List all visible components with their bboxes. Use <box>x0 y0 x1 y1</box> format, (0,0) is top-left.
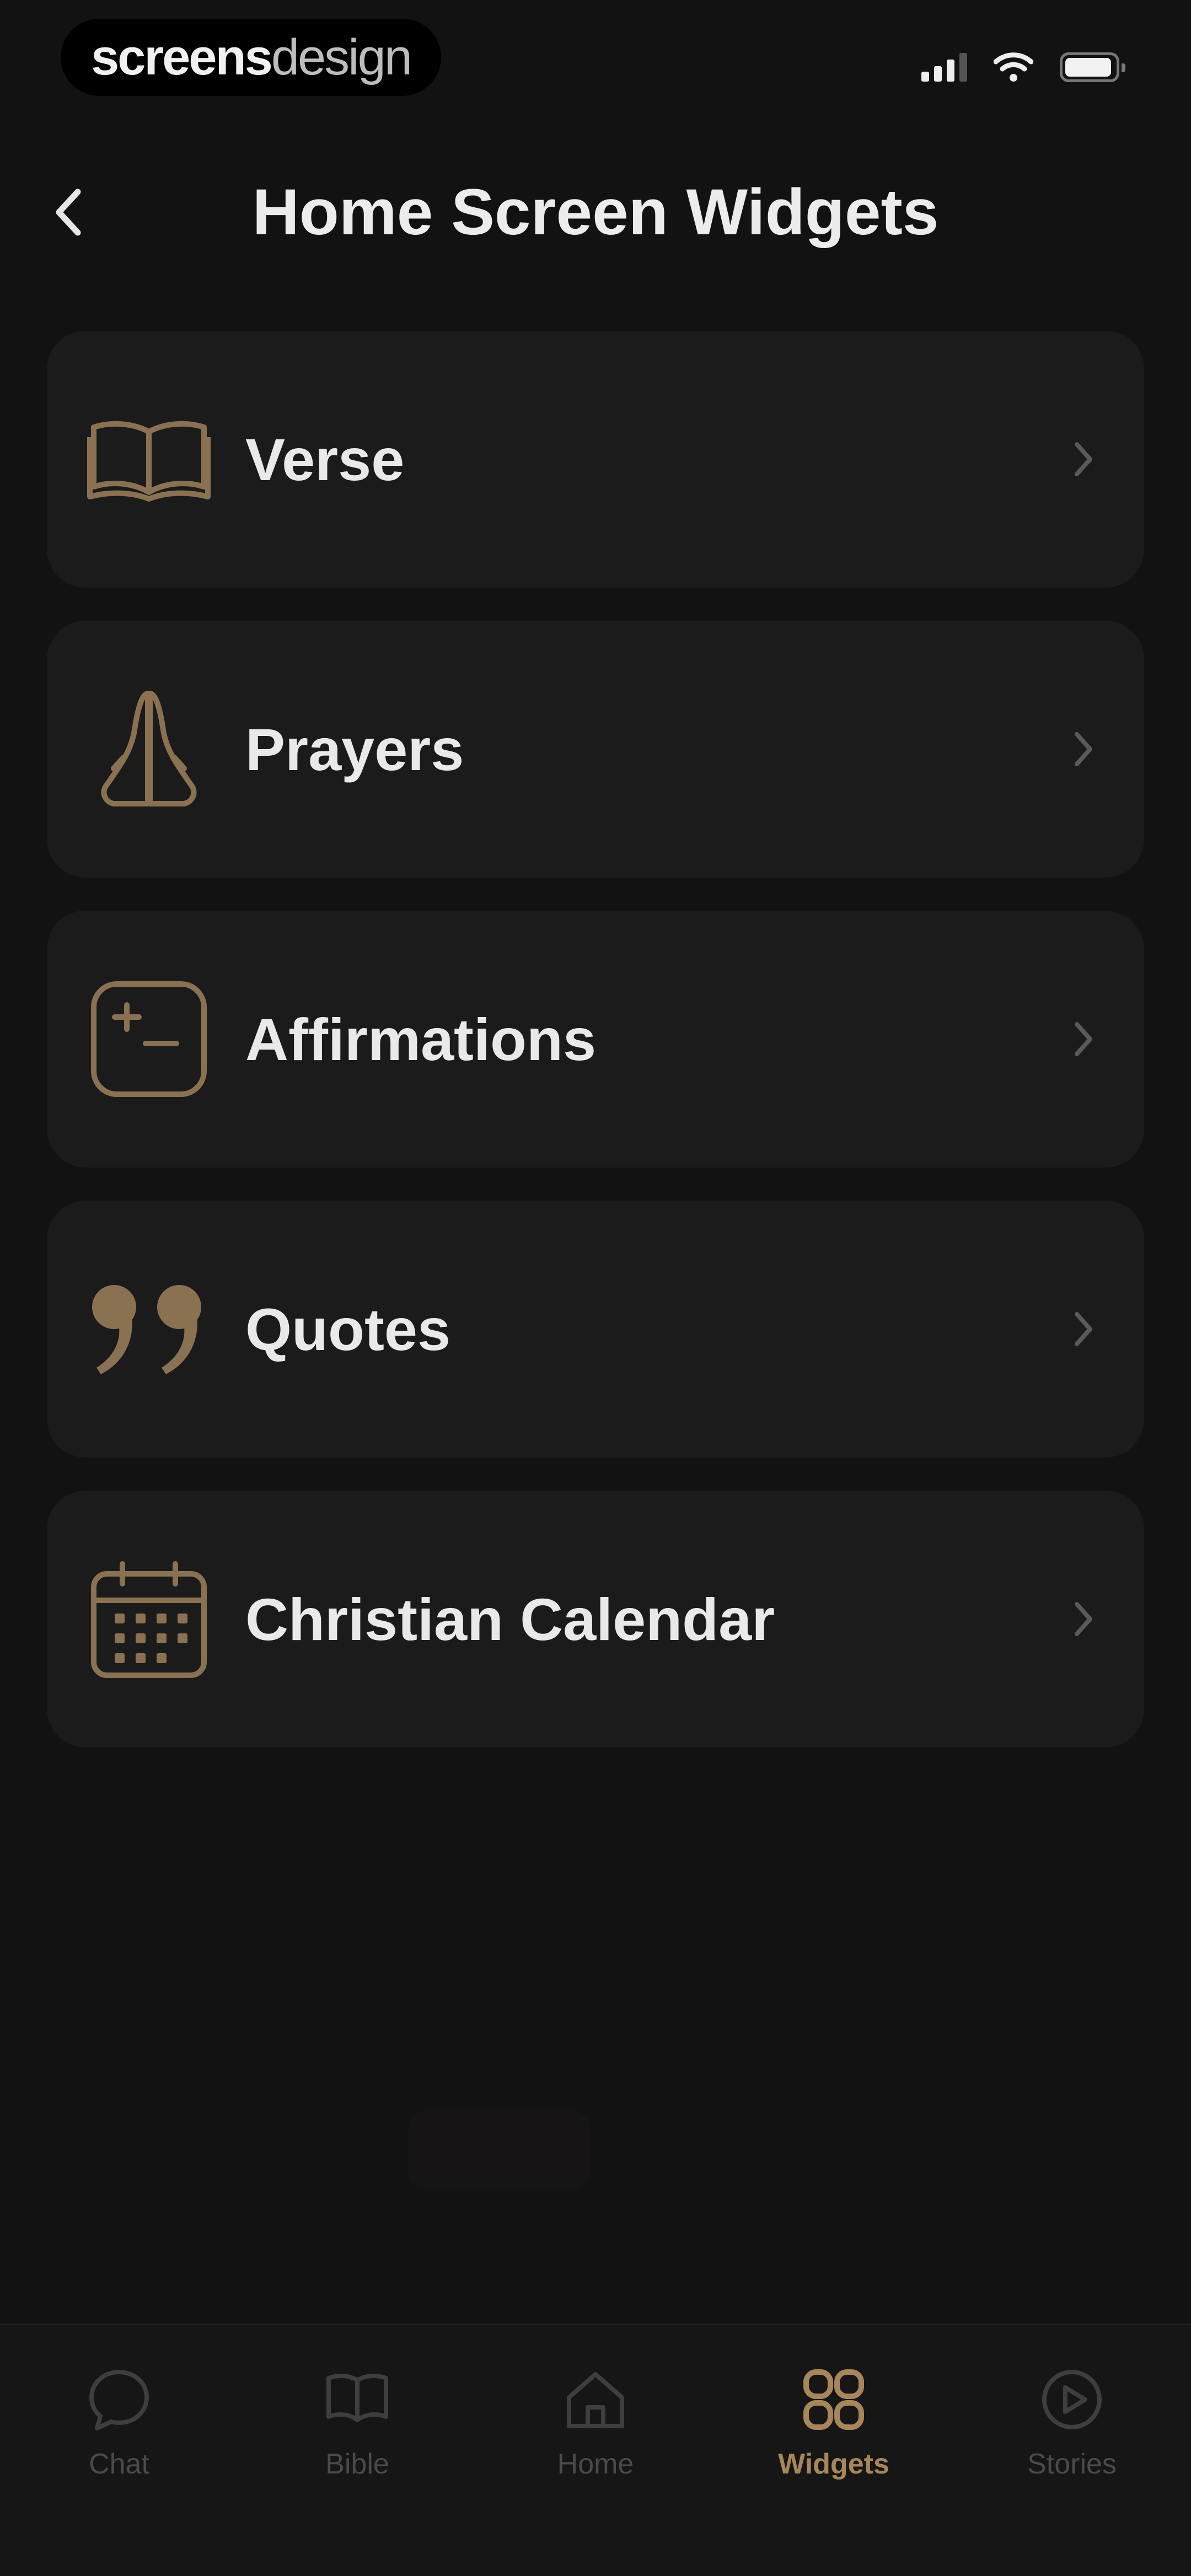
header: Home Screen Widgets <box>0 160 1191 270</box>
tab-label: Widgets <box>778 2448 889 2480</box>
brand-text-strong: screens <box>91 29 273 85</box>
tab-label: Bible <box>325 2448 389 2480</box>
calendar-icon <box>85 1556 212 1682</box>
tab-label: Stories <box>1027 2448 1117 2480</box>
tab-stories[interactable]: Stories <box>953 2325 1191 2576</box>
widget-label: Verse <box>245 426 405 493</box>
widget-label: Affirmations <box>245 1005 597 1073</box>
status-icons <box>921 51 1125 84</box>
faint-watermark <box>408 2111 590 2188</box>
chat-bubble-icon <box>83 2364 155 2435</box>
widget-item-verse[interactable]: Verse <box>47 331 1144 588</box>
tab-bible[interactable]: Bible <box>238 2325 476 2576</box>
tab-widgets[interactable]: Widgets <box>715 2325 953 2576</box>
wifi-icon <box>994 52 1033 82</box>
brand-text-light: design <box>271 29 412 85</box>
page-title: Home Screen Widgets <box>252 176 939 249</box>
chevron-right-icon <box>1067 1307 1100 1351</box>
chevron-right-icon <box>1067 1597 1100 1641</box>
sparkle-square-icon <box>85 976 212 1103</box>
chevron-right-icon <box>1067 727 1100 771</box>
tab-label: Home <box>557 2448 634 2480</box>
widget-item-quotes[interactable]: Quotes <box>47 1201 1144 1458</box>
tab-chat[interactable]: Chat <box>0 2325 238 2576</box>
widget-list: Verse Prayers Affirmations Quotes Christ… <box>47 331 1144 1781</box>
widget-label: Christian Calendar <box>245 1585 775 1653</box>
battery-icon <box>1060 52 1125 82</box>
tab-home[interactable]: Home <box>476 2325 715 2576</box>
cellular-signal-icon <box>921 53 967 82</box>
book-icon <box>321 2364 393 2435</box>
tab-label: Chat <box>89 2448 149 2480</box>
quote-marks-icon <box>85 1266 212 1392</box>
widget-label: Prayers <box>245 716 464 783</box>
open-book-icon <box>85 396 212 523</box>
widgets-grid-icon <box>798 2364 870 2435</box>
brand-logo: screens design <box>61 19 441 96</box>
play-circle-icon <box>1036 2364 1108 2435</box>
chevron-right-icon <box>1067 437 1100 481</box>
widget-item-affirmations[interactable]: Affirmations <box>47 911 1144 1168</box>
chevron-right-icon <box>1067 1017 1100 1061</box>
widget-item-christian-calendar[interactable]: Christian Calendar <box>47 1491 1144 1747</box>
home-icon <box>560 2364 631 2435</box>
status-bar: screens design <box>0 0 1191 127</box>
tab-bar: Chat Bible Home Widgets Stories <box>0 2324 1191 2576</box>
praying-hands-icon <box>85 686 212 813</box>
widget-label: Quotes <box>245 1295 451 1363</box>
widget-item-prayers[interactable]: Prayers <box>47 621 1144 878</box>
